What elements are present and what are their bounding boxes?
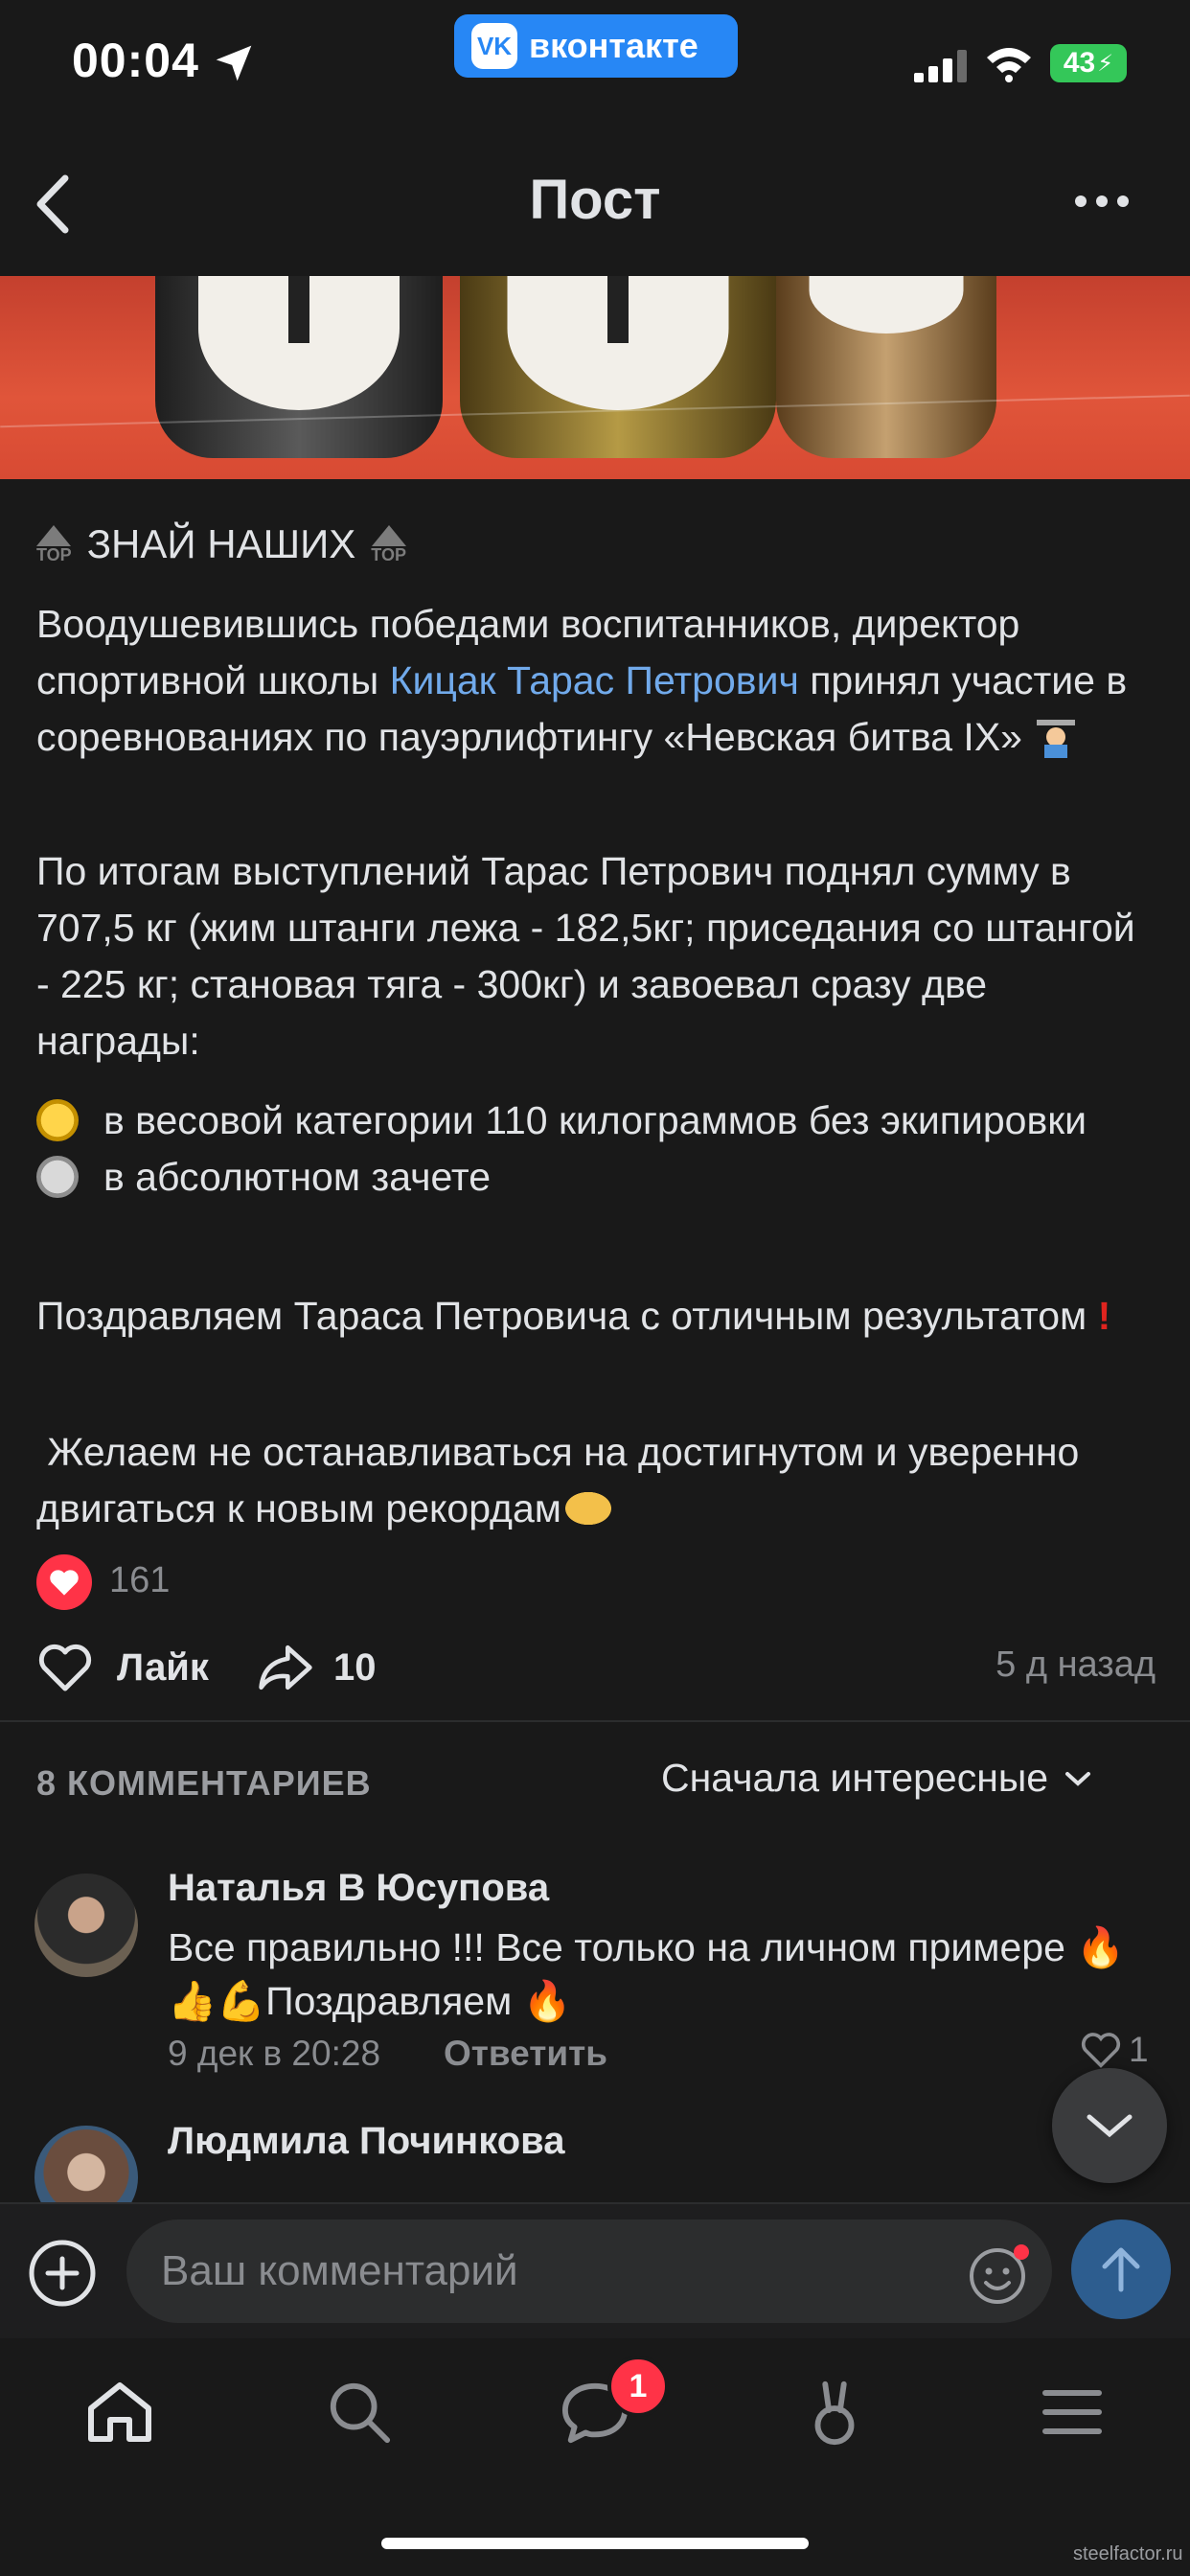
- tag-label: ЗНАЙ НАШИХ: [86, 521, 356, 566]
- tab-menu[interactable]: [1029, 2369, 1115, 2455]
- tab-services[interactable]: [791, 2369, 878, 2455]
- reply-button[interactable]: Ответить: [444, 2034, 607, 2074]
- post-awards: в весовой категории 110 килограммов без …: [36, 1092, 1157, 1206]
- scroll-down-button[interactable]: [1052, 2068, 1167, 2183]
- comment-input[interactable]: [126, 2220, 1052, 2323]
- tab-home[interactable]: [77, 2369, 163, 2455]
- heart-outline-icon: [1081, 2033, 1121, 2068]
- comments-sort-dropdown[interactable]: Сначала интересные: [661, 1756, 1092, 1801]
- page-title: Пост: [529, 169, 661, 231]
- comments-count: 8 КОММЕНТАРИЕВ: [36, 1763, 372, 1803]
- heart-outline-icon: [38, 1644, 92, 1691]
- kettlebell-glyph: [607, 276, 629, 343]
- kettlebell-center: [460, 276, 776, 458]
- share-icon: [259, 1644, 312, 1690]
- exclamation-emoji-icon: !: [1097, 1294, 1111, 1338]
- comment-like-count: 1: [1129, 2030, 1149, 2069]
- top-icon: TOP: [36, 525, 72, 564]
- share-count: 10: [333, 1645, 377, 1689]
- comment-like-button[interactable]: 1: [1079, 2030, 1149, 2070]
- status-time: 00:04: [72, 34, 199, 87]
- watermark: steelfactor.ru: [1073, 2543, 1183, 2564]
- cellular-signal-icon: [914, 50, 967, 82]
- home-indicator: [381, 2538, 809, 2549]
- emoji-smile-icon[interactable]: [968, 2242, 1031, 2306]
- chevron-down-icon: [1087, 2114, 1133, 2138]
- clips-bunny-icon: [814, 2380, 855, 2446]
- post-paragraph-2: По итогам выступлений Тарас Петрович под…: [36, 849, 1135, 1063]
- search-icon: [330, 2382, 391, 2444]
- add-attachment-icon[interactable]: [27, 2238, 98, 2309]
- comment-author[interactable]: Наталья В Юсупова: [168, 1867, 549, 1910]
- silver-medal-icon: [36, 1156, 79, 1198]
- avatar[interactable]: [34, 1874, 138, 1977]
- post-paragraph-3: Поздравляем Тараса Петровича с отличным …: [36, 1294, 1111, 1338]
- author-mention-link[interactable]: Кицак Тарас Петрович: [390, 658, 799, 702]
- battery-level: 43: [1063, 47, 1096, 79]
- arrow-up-icon: [1102, 2247, 1140, 2292]
- battery-indicator: 43 ⚡: [1050, 44, 1127, 82]
- like-label: Лайк: [117, 1645, 209, 1689]
- vk-logo-icon: VK: [471, 23, 517, 69]
- post-paragraph-4: Желаем не останавливаться на достигнутом…: [36, 1430, 1090, 1530]
- post-image[interactable]: [0, 276, 1190, 479]
- comment-text: Все правильно !!! Все только на личном п…: [168, 1925, 1126, 2023]
- handshake-emoji-icon: [561, 1489, 615, 1528]
- comment-date: 9 дек в 20:28: [168, 2034, 381, 2073]
- vk-app-badge[interactable]: VK вконтакте: [454, 14, 738, 78]
- kettlebell-right: [776, 276, 996, 458]
- wifi-icon: [987, 48, 1031, 82]
- weightlifter-emoji-icon: [1033, 714, 1079, 760]
- gold-medal-icon: [36, 1099, 79, 1141]
- post-timestamp: 5 д назад: [995, 1644, 1156, 1685]
- sort-label: Сначала интересные: [661, 1756, 1049, 1800]
- chevron-down-icon: [1065, 1771, 1091, 1786]
- award-silver: в абсолютном зачете: [36, 1149, 1157, 1206]
- kettlebell-ornament: [809, 276, 964, 334]
- comment-author[interactable]: Людмила Починкова: [168, 2120, 564, 2163]
- like-reaction-icon[interactable]: [36, 1554, 92, 1610]
- share-button[interactable]: 10: [257, 1634, 377, 1701]
- more-options-icon[interactable]: [1071, 182, 1133, 220]
- vk-app-name: вконтакте: [529, 26, 698, 65]
- kettlebell-glyph: [288, 276, 309, 343]
- messages-badge: 1: [607, 2356, 669, 2417]
- send-button[interactable]: [1071, 2220, 1171, 2319]
- location-arrow-icon: [216, 45, 252, 81]
- like-count[interactable]: 161: [109, 1560, 170, 1601]
- kettlebell-left: [155, 276, 443, 458]
- tab-search[interactable]: [316, 2369, 402, 2455]
- home-icon: [88, 2382, 151, 2442]
- post-paragraph-1: Воодушевившись победами воспитанников, д…: [36, 602, 1128, 760]
- award-gold: в весовой категории 110 килограммов без …: [36, 1092, 1157, 1149]
- hamburger-menu-icon: [1042, 2390, 1102, 2434]
- top-icon: TOP: [371, 525, 406, 564]
- charging-bolt-icon: ⚡: [1097, 50, 1114, 77]
- post-tag: TOP ЗНАЙ НАШИХ TOP: [36, 516, 406, 573]
- like-button[interactable]: Лайк: [36, 1634, 209, 1701]
- divider: [0, 1720, 1190, 1722]
